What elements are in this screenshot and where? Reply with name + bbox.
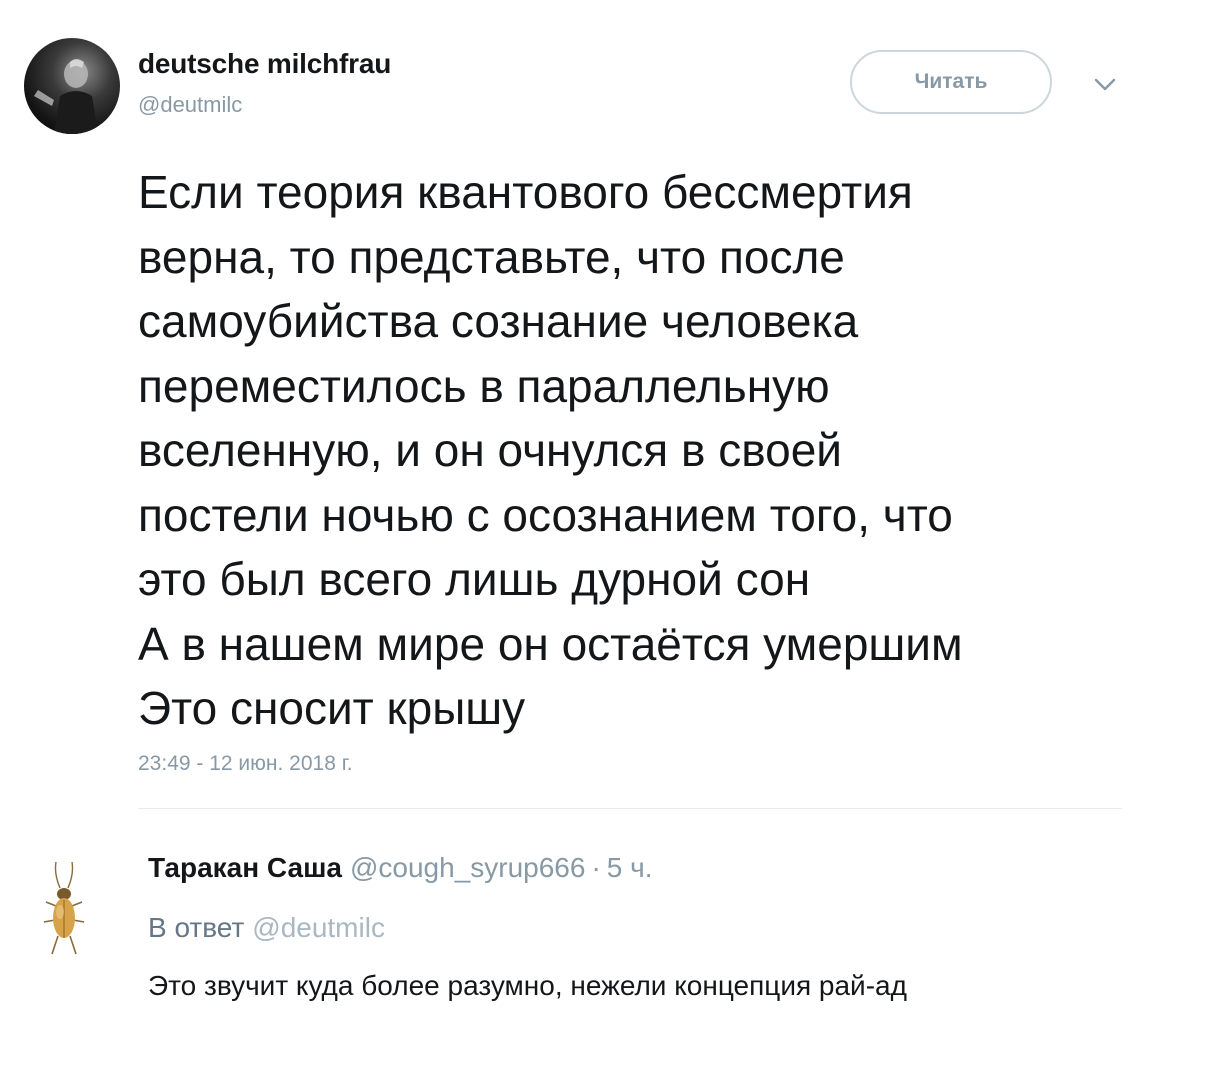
reply-handle[interactable]: @cough_syrup666 (350, 852, 585, 883)
reply-header: Таракан Саша @cough_syrup666 · 5 ч. (148, 852, 653, 884)
follow-button-label: Читать (914, 70, 988, 93)
tweet-line: переместилось в параллельную (138, 359, 830, 412)
tweet-line: Это сносит крышу (138, 682, 526, 734)
follow-button[interactable]: Читать (850, 50, 1052, 114)
tweet-line: постели ночью с осознанием того, что (138, 488, 953, 541)
author-avatar[interactable] (24, 38, 120, 134)
tweet-line: А в нашем мире он остаётся умершим (138, 617, 963, 670)
tweet-line: Если теория квантового бессмертия (138, 166, 913, 218)
reply-in-reply-to: В ответ @deutmilc (148, 912, 385, 944)
author-display-name[interactable]: deutsche milchfrau (138, 48, 391, 80)
reply-display-name[interactable]: Таракан Саша (148, 852, 342, 883)
tweet-line: верна, то представьте, что после (138, 230, 845, 283)
reply-avatar[interactable] (40, 861, 90, 962)
divider (138, 808, 1122, 809)
cockroach-avatar (43, 861, 85, 955)
tweet-line: вселенную, и он очнулся в своей (138, 424, 842, 476)
reply-time[interactable]: 5 ч. (607, 852, 653, 883)
in-reply-to-handle[interactable]: @deutmilc (252, 912, 385, 943)
reply-text: Это звучит куда более разумно, нежели ко… (148, 970, 907, 1001)
in-reply-to-label: В ответ (148, 912, 245, 943)
tweet-line: это был всего лишь дурной сон (138, 553, 811, 605)
chevron-down-icon[interactable] (1090, 72, 1120, 96)
tweet-timestamp[interactable]: 23:49 - 12 июн. 2018 г. (138, 752, 353, 776)
tweet-line: самоубийства сознание человека (138, 295, 859, 347)
tweet-text: Если теория квантового бессмертия верна,… (138, 160, 1198, 741)
reply-separator: · (591, 852, 601, 883)
author-handle[interactable]: @deutmilc (138, 92, 242, 118)
